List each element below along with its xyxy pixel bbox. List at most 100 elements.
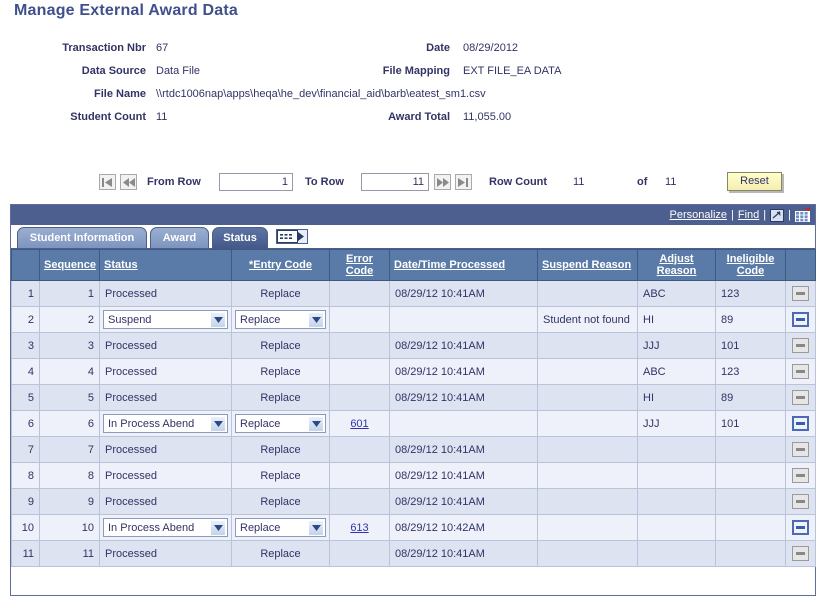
status-value: Processed xyxy=(105,366,157,378)
col-ineligible-code[interactable]: Ineligible Code xyxy=(716,250,786,281)
previous-row-button[interactable] xyxy=(120,174,137,190)
delete-row-button[interactable] xyxy=(792,468,809,483)
status-grid: Personalize | Find | | xyxy=(10,204,816,596)
table-row: 33ProcessedReplace08/29/12 10:41AMJJJ101 xyxy=(12,333,816,359)
tab-status[interactable]: Status xyxy=(212,227,268,249)
col-adjust-reason[interactable]: Adjust Reason xyxy=(638,250,716,281)
status-select[interactable]: In Process Abend xyxy=(103,414,228,433)
delete-row-button[interactable] xyxy=(792,338,809,353)
ineligible-code-cell: 123 xyxy=(716,359,786,385)
status-select[interactable]: Suspend xyxy=(103,310,228,329)
error-code-link[interactable]: 613 xyxy=(350,522,368,534)
row-number: 6 xyxy=(12,411,40,437)
status-cell: Processed xyxy=(100,359,232,385)
delete-row-button[interactable] xyxy=(792,390,809,405)
tab-award[interactable]: Award xyxy=(150,227,209,248)
col-sequence[interactable]: Sequence xyxy=(40,250,100,281)
minus-icon xyxy=(796,396,805,399)
from-row-input[interactable] xyxy=(219,173,293,191)
minus-icon xyxy=(796,344,805,347)
delete-row-button[interactable] xyxy=(792,520,809,535)
col-datetime-processed[interactable]: Date/Time Processed xyxy=(390,250,538,281)
status-cell: Processed xyxy=(100,333,232,359)
delete-row-button[interactable] xyxy=(792,416,809,431)
entry-code-value: Replace xyxy=(260,496,300,508)
suspend-reason-cell xyxy=(538,489,638,515)
status-select-value: In Process Abend xyxy=(108,418,194,430)
col-ineligible-code-label: Ineligible Code xyxy=(727,253,775,277)
sequence-cell: 7 xyxy=(40,437,100,463)
dropdown-caret-icon[interactable] xyxy=(309,417,323,431)
status-cell: Suspend xyxy=(100,307,232,333)
actions-cell xyxy=(786,385,816,411)
first-row-button[interactable] xyxy=(99,174,116,190)
transaction-nbr-label: Transaction Nbr xyxy=(26,42,146,54)
col-adjust-reason-label: Adjust Reason xyxy=(657,253,697,277)
dropdown-caret-icon[interactable] xyxy=(211,313,225,327)
sequence-cell: 8 xyxy=(40,463,100,489)
entry-code-select[interactable]: Replace xyxy=(235,518,326,537)
grid-tabs: Student Information Award Status xyxy=(11,225,815,249)
actions-cell xyxy=(786,541,816,567)
delete-row-button[interactable] xyxy=(792,442,809,457)
personalize-link[interactable]: Personalize xyxy=(670,209,727,221)
status-select[interactable]: In Process Abend xyxy=(103,518,228,537)
suspend-reason-cell xyxy=(538,411,638,437)
error-code-cell xyxy=(330,359,390,385)
download-to-excel-icon[interactable] xyxy=(770,209,784,222)
status-value: Processed xyxy=(105,340,157,352)
entry-code-select[interactable]: Replace xyxy=(235,310,326,329)
dropdown-caret-icon[interactable] xyxy=(309,313,323,327)
adjust-reason-cell: JJJ xyxy=(638,411,716,437)
delete-row-button[interactable] xyxy=(792,364,809,379)
last-row-button[interactable] xyxy=(455,174,472,190)
col-entry-code[interactable]: *Entry Code xyxy=(232,250,330,281)
to-row-input[interactable] xyxy=(361,173,429,191)
error-code-cell xyxy=(330,489,390,515)
col-error-code[interactable]: Error Code xyxy=(330,250,390,281)
actions-cell xyxy=(786,515,816,541)
find-link[interactable]: Find xyxy=(738,209,759,221)
ineligible-code-cell: 123 xyxy=(716,281,786,307)
minus-icon xyxy=(796,552,805,555)
view-grid-icon[interactable] xyxy=(795,208,810,222)
sequence-cell: 11 xyxy=(40,541,100,567)
error-code-link[interactable]: 601 xyxy=(350,418,368,430)
award-total-value: 11,055.00 xyxy=(463,111,511,123)
table-row: 77ProcessedReplace08/29/12 10:41AM xyxy=(12,437,816,463)
datetime-processed-cell: 08/29/12 10:41AM xyxy=(390,489,538,515)
row-navigation-bar: From Row To Row Row Count 11 of 11 Reset xyxy=(0,172,826,200)
entry-code-cell: Replace xyxy=(232,411,330,437)
suspend-reason-cell xyxy=(538,333,638,359)
delete-row-button[interactable] xyxy=(792,312,809,327)
next-row-button[interactable] xyxy=(434,174,451,190)
status-value: Processed xyxy=(105,548,157,560)
col-suspend-reason[interactable]: Suspend Reason xyxy=(538,250,638,281)
dropdown-caret-icon[interactable] xyxy=(309,521,323,535)
delete-row-button[interactable] xyxy=(792,494,809,509)
suspend-reason-cell: Student not found xyxy=(538,307,638,333)
delete-row-button[interactable] xyxy=(792,546,809,561)
entry-code-select-value: Replace xyxy=(240,522,280,534)
table-header-row: Sequence Status *Entry Code Error Code D… xyxy=(12,250,816,281)
table-row: 1111ProcessedReplace08/29/12 10:41AM xyxy=(12,541,816,567)
actions-cell xyxy=(786,463,816,489)
col-status[interactable]: Status xyxy=(100,250,232,281)
tab-student-information[interactable]: Student Information xyxy=(17,227,147,248)
header-row-2: Data Source Data File File Mapping EXT F… xyxy=(0,65,826,88)
status-value: Processed xyxy=(105,470,157,482)
entry-code-select[interactable]: Replace xyxy=(235,414,326,433)
row-count-label: Row Count xyxy=(489,176,547,188)
col-actions xyxy=(786,250,816,281)
reset-button[interactable]: Reset xyxy=(727,172,782,191)
show-all-columns-icon[interactable] xyxy=(276,229,308,244)
entry-code-cell: Replace xyxy=(232,515,330,541)
status-select-value: Suspend xyxy=(108,314,151,326)
dropdown-caret-icon[interactable] xyxy=(211,417,225,431)
delete-row-button[interactable] xyxy=(792,286,809,301)
status-select-value: In Process Abend xyxy=(108,522,194,534)
date-label: Date xyxy=(320,42,450,54)
table-row: 88ProcessedReplace08/29/12 10:41AM xyxy=(12,463,816,489)
dropdown-caret-icon[interactable] xyxy=(211,521,225,535)
adjust-reason-cell: JJJ xyxy=(638,333,716,359)
